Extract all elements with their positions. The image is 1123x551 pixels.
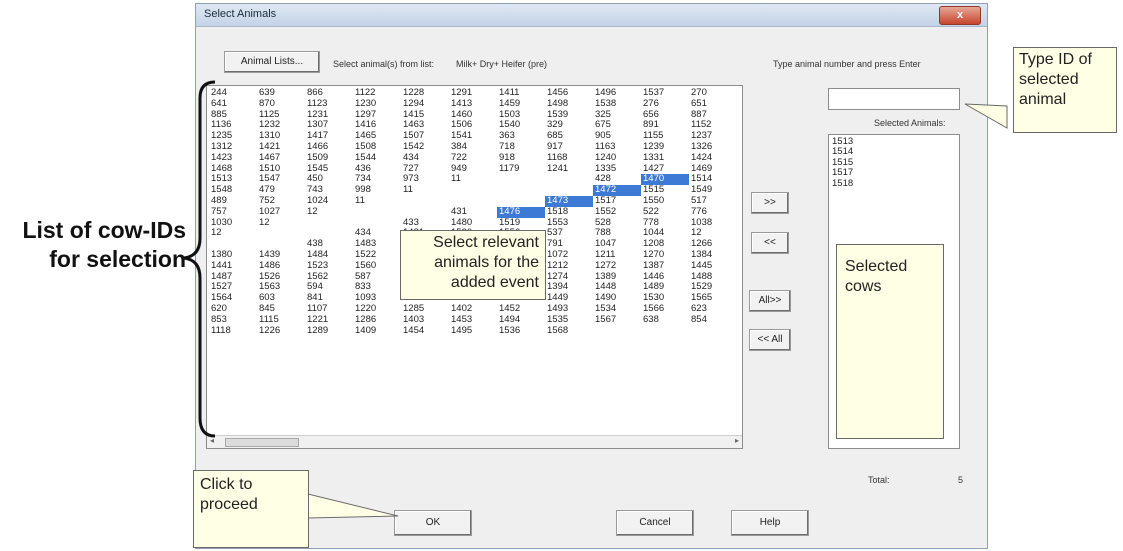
type-id-note: Type ID of selected animal (1013, 47, 1117, 133)
select-relevant-note: Select relevant animals for the added ev… (400, 230, 546, 300)
selected-cows-note: Selected cows (836, 244, 944, 439)
click-to-proceed-note: Click to proceed (193, 470, 309, 548)
annotation-overlay (183, 80, 1008, 519)
proceed-note-pointer (307, 493, 399, 519)
list-caption: List of cow-IDs for selection (22, 217, 186, 272)
type-note-pointer (964, 103, 1008, 129)
curly-brace (183, 80, 216, 438)
